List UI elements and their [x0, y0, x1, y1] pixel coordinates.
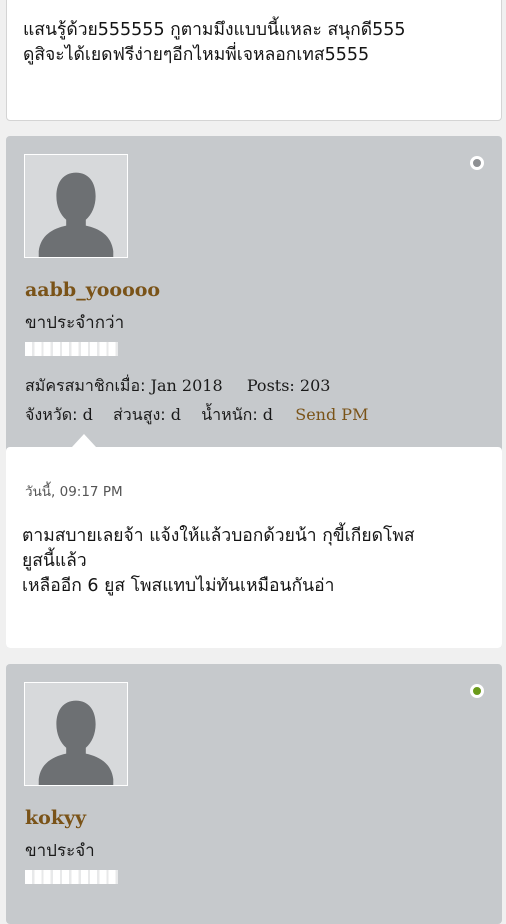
weight-label: น้ำหนัก:: [201, 405, 258, 424]
post-line: ดูสิจะได้เยดฟรีง่ายๆอีกไหมพี่เจหลอกเทส55…: [23, 45, 370, 65]
post-user-profile: kokyy ขาประจำ: [6, 664, 502, 924]
avatar[interactable]: [24, 154, 128, 258]
rank-title: ขาประจำ: [25, 841, 95, 861]
post-line: เหลืออีก 6 ยูส โพสแทบไม่ทันเหมือนกันอ่า: [22, 576, 335, 596]
weight-value: d: [262, 405, 274, 424]
rank-title: ขาประจำกว่า: [25, 313, 125, 333]
post-line: ยูสนี้แล้ว: [22, 551, 87, 571]
default-avatar-icon: [25, 683, 127, 785]
rank-bar: [25, 870, 118, 884]
post-line: แสนรู้ด้วย555555 กูตามมึงแบบนี้แหละ สนุก…: [23, 20, 406, 40]
province-value: d: [82, 405, 93, 424]
online-status-icon: [470, 684, 484, 698]
province-label: จังหวัด:: [25, 405, 78, 424]
posts-value: 203: [299, 376, 331, 395]
joined-value: Jan 2018: [150, 376, 223, 395]
avatar[interactable]: [24, 682, 128, 786]
username[interactable]: kokyy: [25, 807, 86, 829]
post-timestamp: วันนี้, 09:17 PM: [25, 484, 123, 500]
post-message: แสนรู้ด้วย555555 กูตามมึงแบบนี้แหละ สนุก…: [23, 18, 406, 68]
rank-bar: [25, 342, 118, 356]
user-info-row-2: จังหวัด: d ส่วนสูง: d น้ำหนัก: d Send PM: [25, 403, 368, 428]
height-label: ส่วนสูง:: [113, 405, 166, 424]
posts-label: Posts:: [246, 376, 295, 395]
height-value: d: [170, 405, 182, 424]
default-avatar-icon: [25, 155, 127, 257]
offline-status-icon: [470, 156, 484, 170]
post-line: ตามสบายเลยจ้า แจ้งให้แล้วบอกด้วยน้า กุขี…: [22, 526, 415, 546]
post-message: ตามสบายเลยจ้า แจ้งให้แล้วบอกด้วยน้า กุขี…: [22, 524, 415, 599]
joined-label: สมัครสมาชิกเมื่อ:: [25, 376, 146, 395]
send-pm-link[interactable]: Send PM: [295, 405, 368, 424]
user-info-row-1: สมัครสมาชิกเมื่อ: Jan 2018 Posts: 203: [25, 374, 330, 399]
speech-arrow: [72, 434, 96, 447]
username[interactable]: aabb_yooooo: [25, 279, 160, 301]
post-body-box: แสนรู้ด้วย555555 กูตามมึงแบบนี้แหละ สนุก…: [6, 0, 502, 121]
post-user-profile: aabb_yooooo ขาประจำกว่า สมัครสมาชิกเมื่อ…: [6, 136, 502, 648]
post-body-box: วันนี้, 09:17 PM ตามสบายเลยจ้า แจ้งให้แล…: [6, 434, 502, 648]
